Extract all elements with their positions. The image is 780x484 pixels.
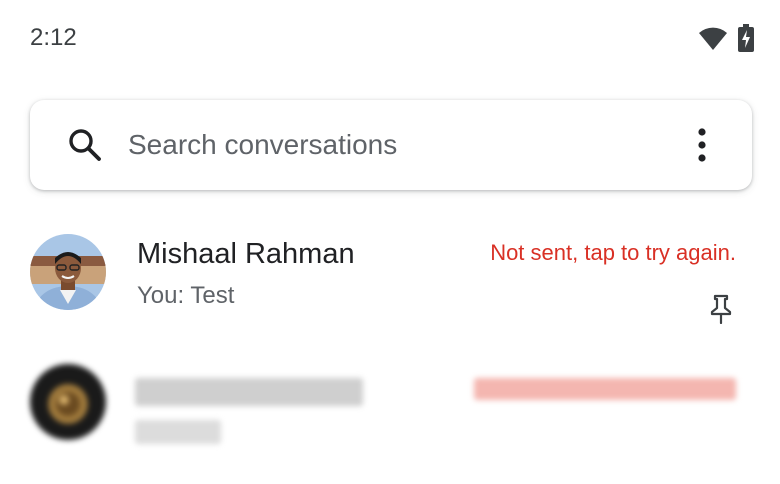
conversation-item[interactable]: Mishaal Rahman You: Test Not sent, tap t… — [0, 218, 780, 338]
send-error-status: Not sent, tap to try again. — [490, 240, 736, 265]
redacted-snippet — [135, 420, 221, 444]
status-time: 2:12 — [30, 24, 77, 51]
search-icon[interactable] — [68, 128, 102, 162]
battery-charging-icon — [738, 24, 754, 52]
contact-name: Mishaal Rahman — [137, 238, 355, 270]
more-vert-icon[interactable] — [688, 126, 716, 164]
status-icons — [698, 24, 754, 52]
pin-icon — [710, 294, 732, 324]
redacted-status — [474, 378, 736, 400]
redacted-name — [135, 378, 363, 406]
avatar[interactable] — [30, 364, 106, 440]
search-bar[interactable] — [30, 100, 752, 190]
avatar[interactable] — [30, 234, 106, 310]
conversation-item-redacted[interactable] — [0, 348, 780, 468]
status-bar: 2:12 — [0, 0, 780, 80]
wifi-icon — [699, 27, 727, 50]
search-input[interactable] — [128, 122, 648, 168]
message-snippet: You: Test — [137, 282, 235, 309]
